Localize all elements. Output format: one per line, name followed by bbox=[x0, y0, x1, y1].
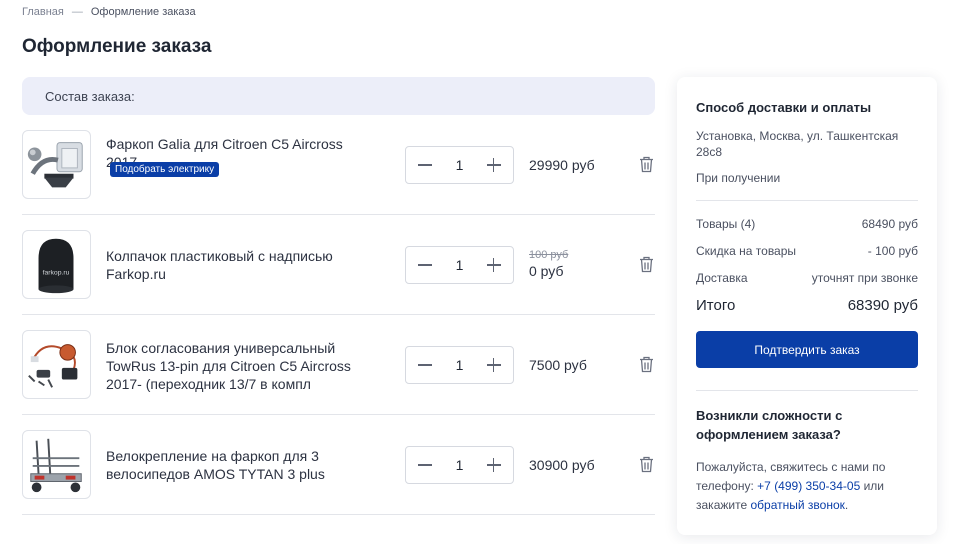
minus-icon[interactable] bbox=[418, 358, 432, 372]
quantity-stepper: 1 bbox=[405, 146, 514, 184]
plus-icon[interactable] bbox=[486, 158, 501, 172]
item-name[interactable]: Велокрепление на фаркоп для 3 велосипедо… bbox=[106, 447, 376, 483]
item-old-price: 100 руб bbox=[529, 249, 569, 261]
cart-item: Блок согласования универсальный TowRus 1… bbox=[22, 315, 655, 415]
payment-method: При получении bbox=[696, 171, 781, 185]
breadcrumb-separator: — bbox=[71, 6, 83, 18]
minus-icon[interactable] bbox=[418, 458, 432, 472]
item-name[interactable]: Колпачок пластиковый с надписью Farkop.r… bbox=[106, 247, 376, 283]
divider bbox=[696, 200, 918, 201]
quantity-value[interactable]: 1 bbox=[456, 157, 464, 173]
minus-icon[interactable] bbox=[418, 158, 432, 172]
quantity-stepper: 1 bbox=[405, 446, 514, 484]
breadcrumb-home-link[interactable]: Главная bbox=[22, 6, 64, 18]
cart-item: Велокрепление на фаркоп для 3 велосипедо… bbox=[22, 415, 655, 515]
help-text-part3: . bbox=[844, 498, 849, 512]
breadcrumb: Главная — Оформление заказа bbox=[22, 6, 196, 18]
plus-icon[interactable] bbox=[486, 458, 501, 472]
cart-item: farkop.ru Колпачок пластиковый с надпись… bbox=[22, 215, 655, 315]
trash-icon[interactable] bbox=[639, 356, 654, 373]
help-title: Возникли сложности с оформлением заказа? bbox=[696, 408, 843, 442]
delivery-label: Доставка bbox=[696, 271, 748, 285]
product-image-wiring-module[interactable] bbox=[22, 330, 91, 399]
product-image-cap[interactable]: farkop.ru bbox=[22, 230, 91, 299]
quantity-value[interactable]: 1 bbox=[456, 357, 464, 373]
divider bbox=[696, 390, 918, 391]
total-row: Итого 68390 руб bbox=[696, 297, 918, 314]
delivery-address: Установка, Москва, ул. Ташкентская 28с8 bbox=[696, 129, 899, 159]
callback-link[interactable]: обратный звонок bbox=[750, 498, 844, 512]
phone-link[interactable]: +7 (499) 350-34-05 bbox=[757, 479, 860, 493]
delivery-payment-title: Способ доставки и оплаты bbox=[696, 100, 872, 115]
quantity-stepper: 1 bbox=[405, 346, 514, 384]
goods-value: 68490 руб bbox=[861, 217, 918, 231]
quantity-stepper: 1 bbox=[405, 246, 514, 284]
discount-label: Скидка на товары bbox=[696, 244, 797, 258]
total-label: Итого bbox=[696, 297, 736, 314]
order-composition-label: Состав заказа: bbox=[45, 89, 135, 104]
trash-icon[interactable] bbox=[639, 156, 654, 173]
discount-row: Скидка на товары - 100 руб bbox=[696, 244, 918, 258]
product-image-bike-rack[interactable] bbox=[22, 430, 91, 499]
breadcrumb-current: Оформление заказа bbox=[90, 6, 196, 18]
cart-item: Фаркоп Galia для Citroen C5 Aircross 201… bbox=[22, 115, 655, 215]
item-price: 30900 руб bbox=[529, 457, 595, 473]
discount-value: - 100 руб bbox=[867, 244, 918, 258]
quantity-value[interactable]: 1 bbox=[456, 257, 464, 273]
quantity-value[interactable]: 1 bbox=[456, 457, 464, 473]
total-value: 68390 руб bbox=[847, 297, 918, 314]
trash-icon[interactable] bbox=[639, 256, 654, 273]
order-composition-header: Состав заказа: bbox=[22, 77, 655, 115]
select-wiring-button[interactable]: Подобрать электрику bbox=[110, 162, 220, 177]
page-title: Оформление заказа bbox=[22, 36, 212, 57]
delivery-row: Доставка уточнят при звонке bbox=[696, 271, 918, 285]
order-summary-panel: Способ доставки и оплаты Установка, Моск… bbox=[677, 77, 937, 535]
item-price: 29990 руб bbox=[529, 157, 595, 173]
item-price: 7500 руб bbox=[529, 357, 587, 373]
plus-icon[interactable] bbox=[486, 358, 501, 372]
item-price: 0 руб bbox=[529, 263, 564, 279]
trash-icon[interactable] bbox=[639, 456, 654, 473]
minus-icon[interactable] bbox=[418, 258, 432, 272]
plus-icon[interactable] bbox=[486, 258, 501, 272]
product-image-towbar[interactable] bbox=[22, 130, 91, 199]
goods-row: Товары (4) 68490 руб bbox=[696, 217, 918, 231]
goods-label: Товары (4) bbox=[696, 217, 756, 231]
confirm-order-button[interactable]: Подтвердить заказ bbox=[696, 331, 918, 368]
help-text: Пожалуйста, свяжитесь с нами по телефону… bbox=[696, 458, 918, 515]
cap-label: farkop.ru bbox=[43, 270, 70, 277]
delivery-value: уточнят при звонке bbox=[811, 271, 918, 285]
item-name[interactable]: Блок согласования универсальный TowRus 1… bbox=[106, 339, 376, 393]
